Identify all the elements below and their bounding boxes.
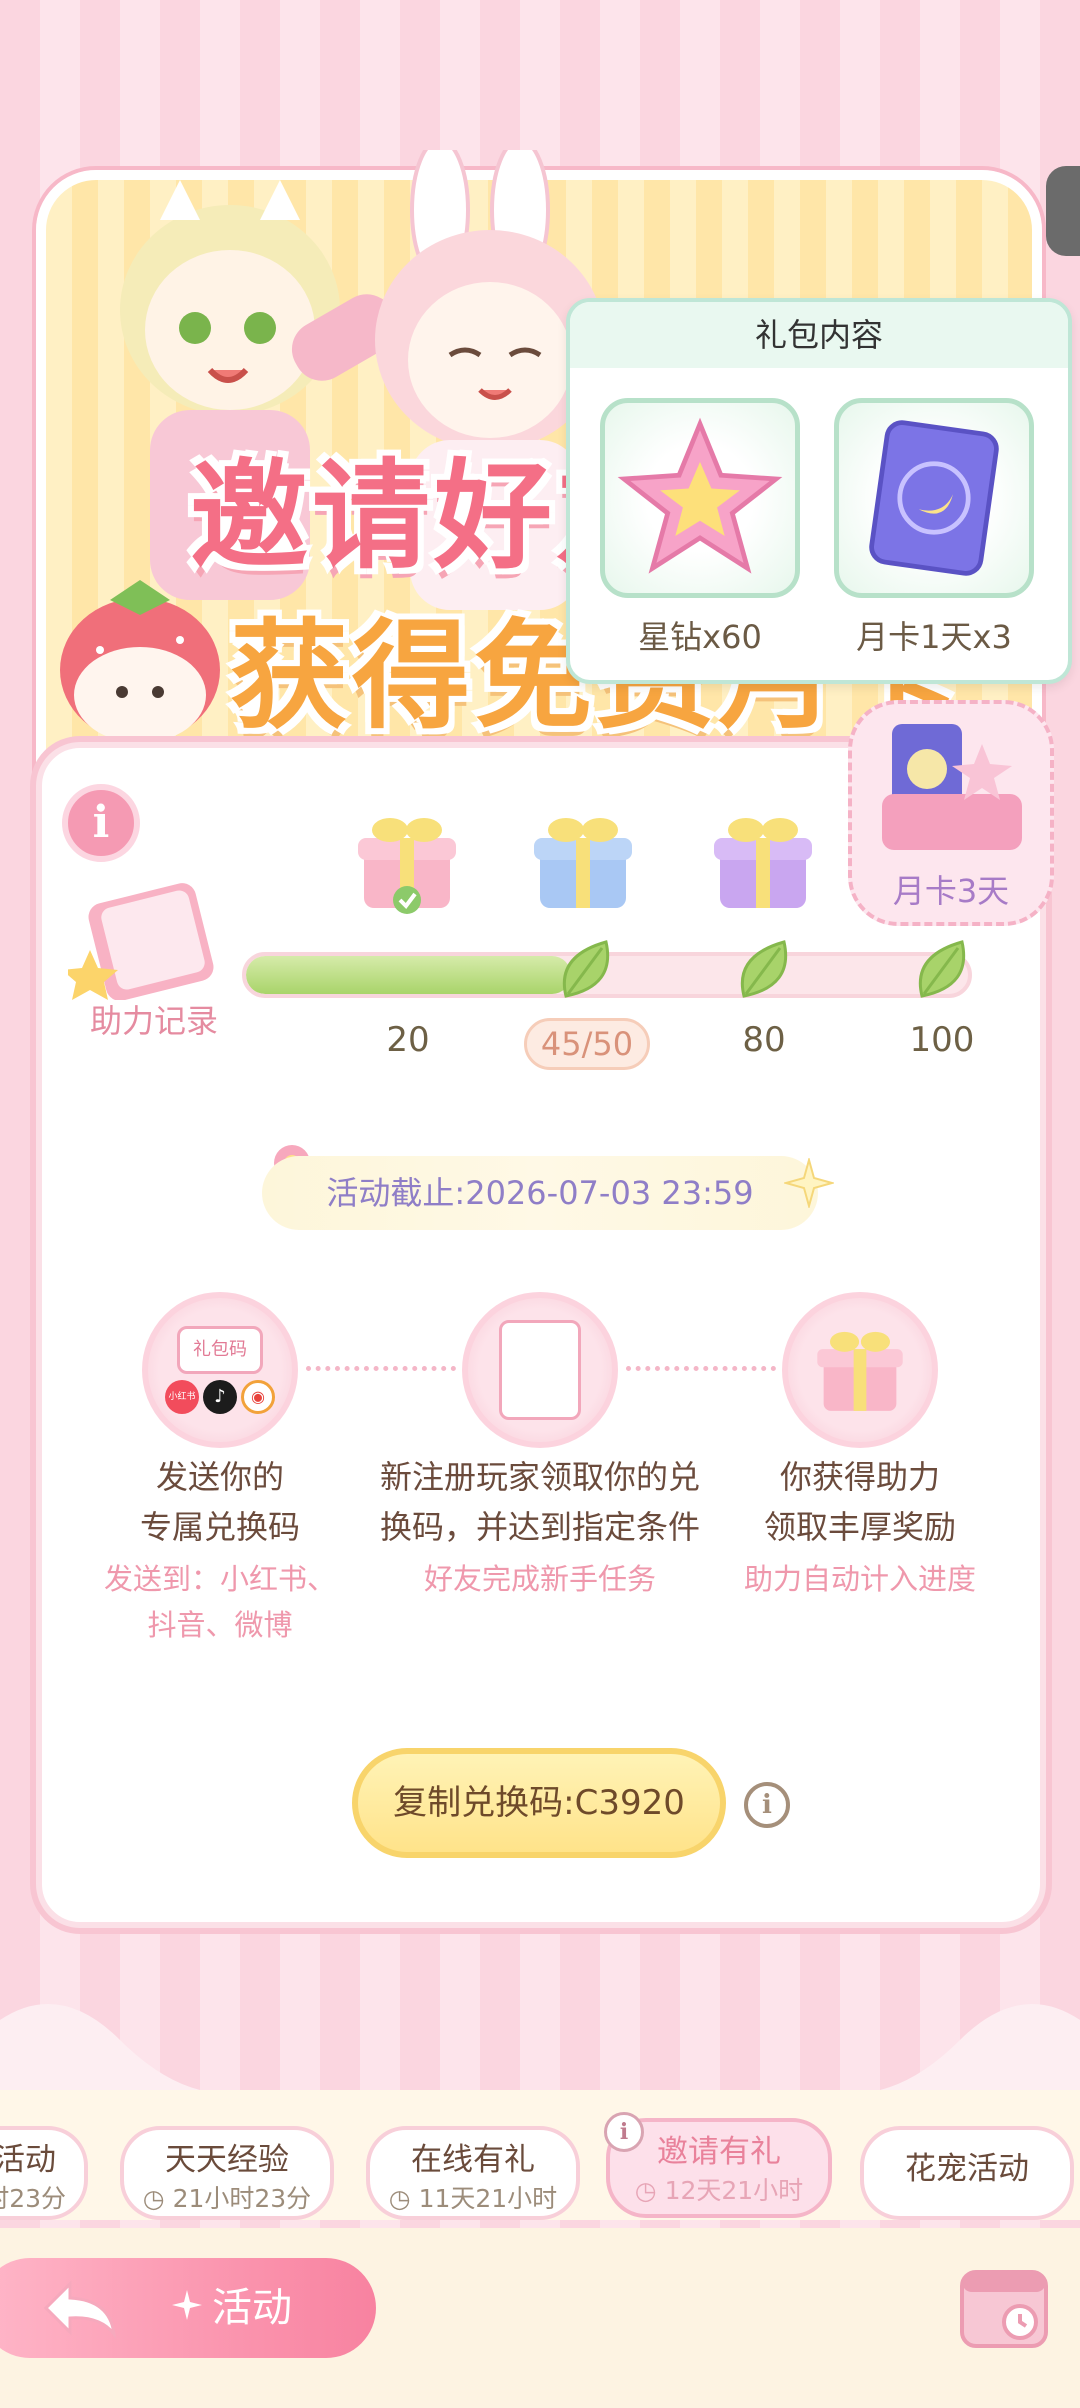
activity-label: 活动 (212, 2285, 292, 2331)
tab-activity-partial[interactable]: 活动 时23分 (0, 2126, 88, 2220)
side-collapse-tab[interactable] (1046, 166, 1080, 256)
milestone-20: 20 (386, 1020, 430, 1060)
milestone-100: 100 (909, 1020, 975, 1060)
tab-flower-pet[interactable]: 花宠活动 (860, 2126, 1074, 2220)
douyin-icon: ♪ (203, 1380, 237, 1414)
strawberry-mascot (60, 580, 220, 743)
leaf-marker-100-icon (918, 940, 966, 998)
gift-box-80-icon[interactable] (708, 808, 818, 918)
tab-info-icon[interactable]: i (604, 2112, 644, 2152)
copy-info-icon[interactable]: i (744, 1782, 790, 1828)
star-diamond-icon (617, 417, 783, 574)
leaf-marker-50-icon (562, 940, 610, 998)
weibo-icon: ◉ (241, 1380, 275, 1414)
sparkle-icon (784, 1158, 834, 1208)
popup-item-star-diamond[interactable] (600, 398, 800, 598)
step1-subtitle: 发送到：小红书、 抖音、微博 (103, 1562, 336, 1642)
step-connector (626, 1366, 776, 1372)
step3-title: 你获得助力 领取丰厚奖励 (763, 1458, 956, 1546)
popup-title: 礼包内容 (570, 302, 1068, 368)
info-icon[interactable]: i (62, 784, 140, 862)
step2-subtitle: 好友完成新手任务 (423, 1562, 656, 1596)
final-reward-label: 月卡3天 (892, 872, 1010, 910)
copy-code-button[interactable]: 复制兑换码:C3920 (352, 1748, 726, 1858)
calendar-icon[interactable] (958, 2262, 1050, 2350)
step3-subtitle: 助力自动计入进度 (743, 1562, 976, 1596)
step1-title: 发送你的 专属兑换码 (139, 1458, 300, 1546)
clock-icon: ◷ (634, 2176, 665, 2205)
gift-box-50-icon[interactable] (528, 808, 638, 918)
progress-value: 45/50 (524, 1018, 650, 1070)
back-arrow-icon[interactable] (40, 2276, 120, 2340)
popup-item-monthly-card[interactable] (834, 398, 1034, 598)
clock-icon: ◷ (388, 2184, 419, 2213)
gift-box-20-icon[interactable] (352, 808, 462, 918)
milestone-80: 80 (742, 1020, 786, 1060)
popup-item-label: 月卡1天x3 (856, 618, 1012, 656)
gift-icon (817, 1331, 903, 1411)
step2-title: 新注册玩家领取你的兑 换码，并达到指定条件 (379, 1458, 700, 1546)
record-book-icon[interactable] (68, 880, 228, 1000)
monthly-card-gift-icon (882, 724, 1022, 850)
leaf-marker-80-icon (740, 940, 788, 998)
tab-daily-exp[interactable]: 天天经验 ◷ 21小时23分 (120, 2126, 334, 2220)
record-label[interactable]: 助力记录 (90, 996, 218, 1042)
step-register-icon (462, 1292, 618, 1448)
lace-decoration (0, 2004, 1080, 2100)
step-connector (306, 1366, 456, 1372)
step-send-code-icon: 礼包码 小红书 ♪ ◉ (142, 1292, 298, 1448)
popup-item-label: 星钻x60 (638, 618, 762, 656)
gift-code-badge: 礼包码 (177, 1326, 263, 1374)
tab-online-gift[interactable]: 在线有礼 ◷ 11天21小时 (366, 2126, 580, 2220)
clock-icon: ◷ (142, 2184, 173, 2213)
step-reward-icon (782, 1292, 938, 1448)
progress-fill (246, 956, 571, 994)
sparkle-icon (172, 2290, 202, 2320)
deadline-banner: 活动截止:2026-07-03 23:59 (262, 1156, 818, 1230)
monthly-card-icon (869, 420, 999, 576)
xiaohongshu-icon: 小红书 (165, 1380, 199, 1414)
